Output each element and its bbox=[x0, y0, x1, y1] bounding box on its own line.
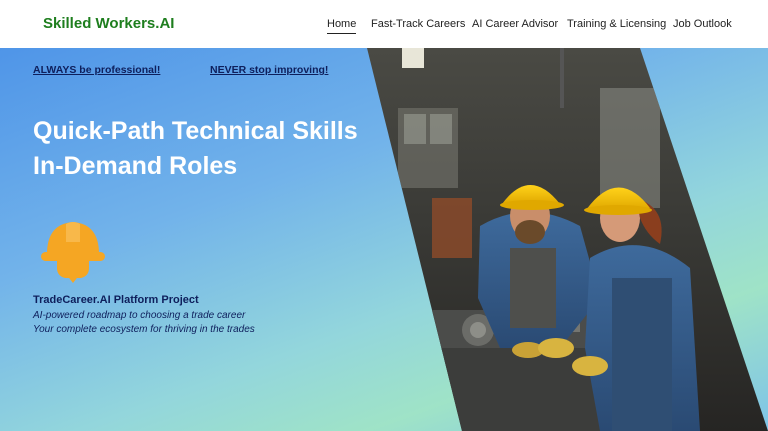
workers-photo bbox=[367, 48, 768, 431]
main-nav: Home Fast-Track Careers AI Career Adviso… bbox=[0, 18, 768, 38]
site-header: Skilled Workers.AI Home Fast-Track Caree… bbox=[0, 0, 768, 48]
nav-home[interactable]: Home bbox=[327, 18, 357, 34]
hero-headline: Quick-Path Technical Skills In-Demand Ro… bbox=[33, 114, 393, 184]
nav-training-licensing[interactable]: Training & Licensing bbox=[567, 18, 666, 33]
project-tagline-2: Your complete ecosystem for thriving in … bbox=[33, 324, 255, 335]
headline-line-2: In-Demand Roles bbox=[33, 152, 238, 180]
nav-fast-track-careers[interactable]: Fast-Track Careers bbox=[371, 18, 465, 33]
headline-line-1: Quick-Path Technical Skills bbox=[33, 117, 358, 145]
hero-section: ALWAYS be professional! NEVER stop impro… bbox=[0, 48, 768, 431]
project-tagline-1: AI-powered roadmap to choosing a trade c… bbox=[33, 310, 246, 321]
slogan-improving[interactable]: NEVER stop improving! bbox=[210, 64, 328, 76]
project-title: TradeCareer.AI Platform Project bbox=[33, 294, 199, 306]
hard-hat-icon bbox=[41, 222, 105, 283]
nav-ai-career-advisor[interactable]: AI Career Advisor bbox=[472, 18, 558, 33]
nav-job-outlook[interactable]: Job Outlook bbox=[673, 18, 732, 33]
slogan-professional[interactable]: ALWAYS be professional! bbox=[33, 64, 160, 76]
